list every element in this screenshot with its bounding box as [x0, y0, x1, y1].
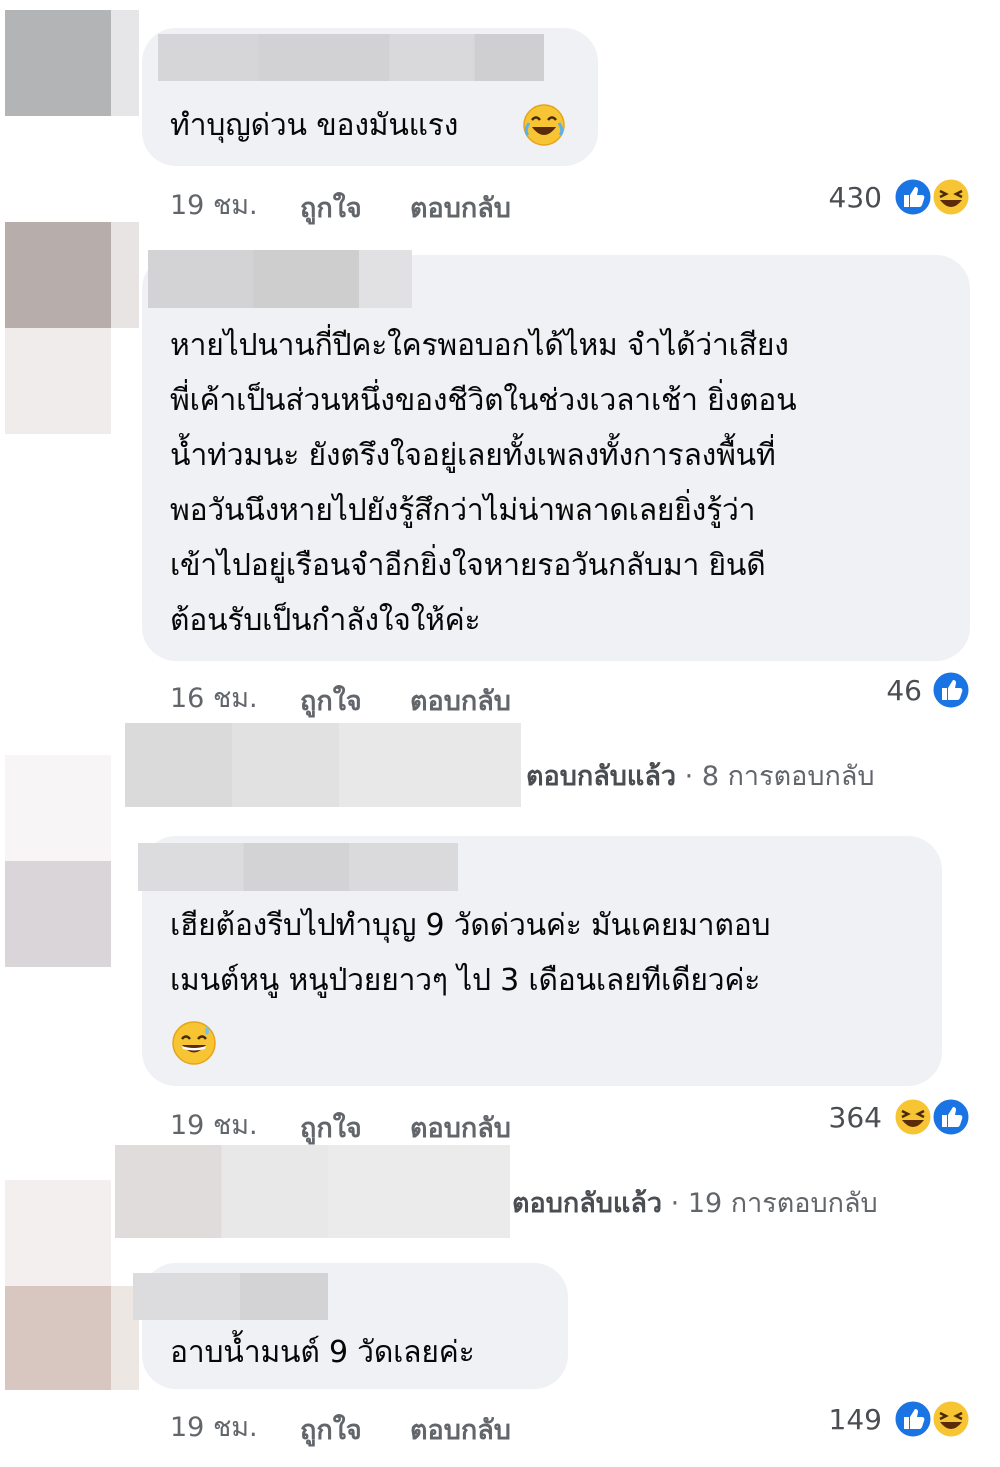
- reply-button[interactable]: ตอบกลับ: [410, 186, 511, 229]
- separator: ·: [670, 1188, 680, 1219]
- reaction-count[interactable]: 430: [800, 181, 882, 214]
- like-icon: [892, 1398, 934, 1440]
- avatar[interactable]: [5, 222, 111, 328]
- comment-time[interactable]: 19 ชม.: [170, 183, 258, 226]
- haha-icon: [930, 176, 972, 218]
- haha-icon: [930, 1398, 972, 1440]
- reply-button[interactable]: ตอบกลับ: [410, 679, 511, 722]
- reply-avatar-redacted[interactable]: [125, 723, 521, 807]
- commenter-name-redacted[interactable]: [138, 843, 458, 891]
- haha-emoji: [522, 103, 566, 147]
- avatar-blur: [111, 222, 139, 328]
- sweat-smile-emoji: [171, 1020, 217, 1066]
- commenter-name-redacted[interactable]: [158, 34, 544, 81]
- comment-text: ทำบุญด่วน ของมันแรง: [170, 108, 459, 143]
- reply-avatar-redacted[interactable]: [115, 1145, 510, 1238]
- avatar-blur: [111, 10, 139, 116]
- avatar-blur: [5, 1180, 111, 1286]
- comment-text: เฮียต้องรีบไปทำบุญ 9 วัดด่วนค่ะ มันเคยมา…: [170, 908, 771, 998]
- view-replies-link[interactable]: ตอบกลับแล้ว · 8 การตอบกลับ: [526, 754, 875, 797]
- replied-label: ตอบกลับแล้ว: [526, 761, 677, 792]
- like-icon: [930, 1096, 972, 1138]
- avatar-blur: [5, 328, 111, 434]
- like-button[interactable]: ถูกใจ: [300, 186, 362, 229]
- separator: ·: [684, 761, 694, 792]
- comment-text: หายไปนานกี่ปีคะใครพอบอกได้ไหม จำได้ว่าเส…: [170, 328, 797, 638]
- like-button[interactable]: ถูกใจ: [300, 1408, 362, 1451]
- reaction-count[interactable]: 364: [800, 1101, 882, 1134]
- avatar[interactable]: [5, 1286, 111, 1390]
- like-icon: [930, 669, 972, 711]
- avatar-blur: [5, 755, 111, 861]
- reaction-count[interactable]: 149: [800, 1403, 882, 1436]
- commenter-name-redacted[interactable]: [148, 250, 412, 308]
- like-icon: [892, 176, 934, 218]
- avatar[interactable]: [5, 10, 111, 116]
- comment-time[interactable]: 16 ชม.: [170, 676, 258, 719]
- avatar[interactable]: [5, 861, 111, 967]
- comment-time[interactable]: 19 ชม.: [170, 1405, 258, 1448]
- comment-time[interactable]: 19 ชม.: [170, 1103, 258, 1146]
- reaction-count[interactable]: 46: [840, 674, 922, 707]
- reply-button[interactable]: ตอบกลับ: [410, 1106, 511, 1149]
- like-button[interactable]: ถูกใจ: [300, 1106, 362, 1149]
- view-replies-link[interactable]: ตอบกลับแล้ว · 19 การตอบกลับ: [512, 1181, 878, 1224]
- reply-count: 19 การตอบกลับ: [687, 1188, 878, 1219]
- commenter-name-redacted[interactable]: [133, 1273, 328, 1320]
- reply-count: 8 การตอบกลับ: [701, 761, 875, 792]
- reply-button[interactable]: ตอบกลับ: [410, 1408, 511, 1451]
- replied-label: ตอบกลับแล้ว: [512, 1188, 663, 1219]
- haha-icon: [892, 1096, 934, 1138]
- avatar-column: [0, 0, 140, 1467]
- like-button[interactable]: ถูกใจ: [300, 679, 362, 722]
- comment-text: อาบน้ำมนต์ 9 วัดเลยค่ะ: [170, 1335, 475, 1370]
